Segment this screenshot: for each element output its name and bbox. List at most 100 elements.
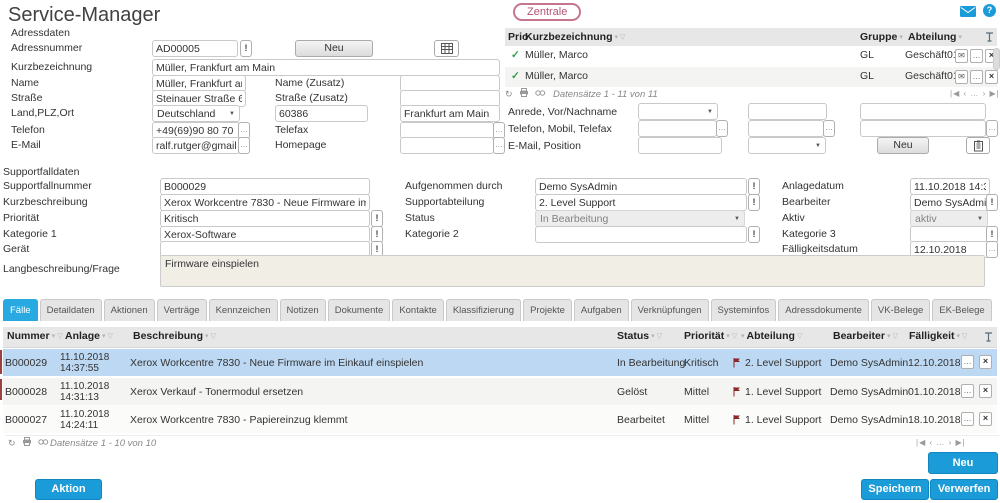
table-row[interactable]: B000028 11.10.201814:31:13 Xerox Verkauf… (3, 378, 997, 405)
tab-detaildaten[interactable]: Detaildaten (40, 299, 102, 321)
tab-adressdokumente[interactable]: Adressdokumente (778, 299, 869, 321)
bearbeiter-input[interactable] (910, 194, 990, 211)
sort-icon[interactable]: ▾ (651, 333, 655, 340)
contact-neu-button[interactable]: Neu (877, 137, 929, 154)
contact-mail-button[interactable]: ✉ (955, 70, 968, 84)
case-dots-button[interactable]: … (961, 355, 974, 369)
supportabteilung-input[interactable] (535, 194, 747, 211)
pin-icon[interactable] (984, 332, 993, 345)
filter-icon[interactable]: ▽ (732, 333, 737, 340)
sort-icon[interactable]: ▾ (205, 333, 209, 340)
sort-icon[interactable]: ▾ (741, 333, 745, 340)
kurzbeschreibung-support-input[interactable] (160, 194, 370, 211)
prioritaet-input[interactable] (160, 210, 370, 227)
sort-icon[interactable]: ▾ (957, 333, 961, 340)
refresh-icon[interactable]: ↻ (8, 438, 16, 448)
adressnummer-lookup-button[interactable]: ! (240, 40, 252, 57)
help-icon[interactable]: ? (983, 4, 996, 17)
tab-vertraege[interactable]: Verträge (157, 299, 207, 321)
plz-input[interactable] (275, 105, 368, 122)
cases-col-status[interactable]: Status▾▽ (617, 330, 662, 342)
vorname-input[interactable] (748, 103, 827, 120)
tab-kontakte[interactable]: Kontakte (392, 299, 444, 321)
link-icon[interactable] (535, 89, 546, 99)
contact-row[interactable]: ✓ Müller, Marco GL Geschäft01 ✉ … × (505, 67, 997, 87)
refresh-icon[interactable]: ↻ (505, 89, 513, 99)
anlagedatum-input[interactable] (910, 178, 990, 195)
contact-mail-button[interactable]: ✉ (955, 49, 968, 63)
sort-icon[interactable]: ▾ (899, 34, 903, 41)
mail-icon[interactable] (960, 6, 976, 20)
prioritaet-lookup-button[interactable]: ! (371, 210, 383, 227)
sort-icon[interactable]: ▾ (615, 34, 619, 41)
bearbeiter-lookup-button[interactable]: ! (986, 194, 998, 211)
filter-icon[interactable]: ▽ (108, 333, 113, 340)
table-row[interactable]: B000029 11.10.201814:37:55 Xerox Workcen… (3, 349, 997, 376)
email-dots-button[interactable]: … (238, 137, 250, 154)
email-input[interactable] (152, 137, 240, 154)
sort-icon[interactable]: ▾ (102, 333, 106, 340)
cases-col-prioritaet[interactable]: Priorität▾▽ (684, 330, 737, 342)
link-icon[interactable] (38, 438, 49, 448)
pin-icon[interactable] (985, 32, 994, 45)
print-icon[interactable] (22, 438, 32, 448)
ort-input[interactable] (400, 105, 500, 122)
case-dots-button[interactable]: … (961, 412, 974, 426)
table-row[interactable]: B000027 11.10.201814:24:11 Xerox Workcen… (3, 406, 997, 433)
kurzbezeichnung-input[interactable] (152, 59, 500, 76)
tab-faelle[interactable]: Fälle (3, 299, 38, 321)
tab-notizen[interactable]: Notizen (280, 299, 326, 321)
filter-icon[interactable]: ▽ (797, 333, 802, 340)
address-grid-icon-button[interactable] (434, 40, 459, 57)
position-select[interactable]: ▼ (748, 137, 826, 154)
adressnummer-input[interactable] (152, 40, 238, 57)
nachname-input[interactable] (860, 103, 986, 120)
sort-icon[interactable]: ▾ (958, 34, 962, 41)
cases-pager[interactable]: |◀ ‹ … › ▶| (916, 438, 966, 447)
speichern-button[interactable]: Speichern (861, 479, 929, 500)
filter-icon[interactable]: ▽ (657, 333, 662, 340)
case-close-button[interactable]: × (979, 412, 992, 426)
kontakt-mobil-input[interactable] (748, 120, 824, 137)
case-close-button[interactable]: × (979, 384, 992, 398)
tab-aufgaben[interactable]: Aufgaben (574, 299, 629, 321)
sort-icon[interactable]: ▾ (887, 333, 891, 340)
contact-dots-button[interactable]: … (970, 49, 983, 63)
tab-vk-belege[interactable]: VK-Belege (871, 299, 930, 321)
anrede-select[interactable]: ▼ (638, 103, 718, 120)
kontakt-telefon-dots-button[interactable]: … (716, 120, 728, 137)
kategorie2-lookup-button[interactable]: ! (748, 226, 760, 243)
kontakt-mobil-dots-button[interactable]: … (823, 120, 835, 137)
cases-col-bearbeiter[interactable]: Bearbeiter▾▽ (833, 330, 898, 342)
contacts-col-gruppe[interactable]: Gruppe▾ (860, 31, 903, 43)
address-neu-button[interactable]: Neu (295, 40, 373, 57)
contact-close-button[interactable]: × (985, 70, 998, 84)
tab-aktionen[interactable]: Aktionen (104, 299, 155, 321)
cases-col-beschreibung[interactable]: Beschreibung▾▽ (133, 330, 216, 342)
land-select[interactable]: Deutschland ▼ (152, 105, 240, 122)
status-select[interactable]: In Bearbeitung ▼ (535, 210, 745, 227)
kategorie2-input[interactable] (535, 226, 747, 243)
contact-clipboard-icon-button[interactable] (966, 137, 990, 154)
cases-col-nummer[interactable]: Nummer▾▽ (7, 330, 63, 342)
contacts-col-abteilung[interactable]: Abteilung▾ (908, 31, 962, 43)
kontakt-telefax-input[interactable] (860, 120, 986, 137)
tab-kennzeichen[interactable]: Kennzeichen (209, 299, 278, 321)
contact-dots-button[interactable]: … (970, 70, 983, 84)
langbeschreibung-textarea[interactable]: Firmware einspielen (160, 255, 985, 287)
print-icon[interactable] (519, 89, 529, 99)
case-close-button[interactable]: × (979, 355, 992, 369)
kontakt-telefon-input[interactable] (638, 120, 717, 137)
tab-klassifizierung[interactable]: Klassifizierung (446, 299, 521, 321)
faelligkeitsdatum-dots-button[interactable]: … (986, 241, 998, 258)
cases-col-faelligkeit[interactable]: Fälligkeit▾▽ (909, 330, 967, 342)
filter-icon[interactable]: ▽ (211, 333, 216, 340)
contacts-scrollbar[interactable] (993, 48, 1000, 70)
aktion-button[interactable]: Aktion (35, 479, 102, 500)
case-dots-button[interactable]: … (961, 384, 974, 398)
cases-col-anlage[interactable]: Anlage▾▽ (65, 330, 113, 342)
kontakt-telefax-dots-button[interactable]: … (986, 120, 998, 137)
sort-icon[interactable]: ▾ (726, 333, 730, 340)
tab-dokumente[interactable]: Dokumente (328, 299, 391, 321)
filter-icon[interactable]: ▽ (57, 333, 62, 340)
